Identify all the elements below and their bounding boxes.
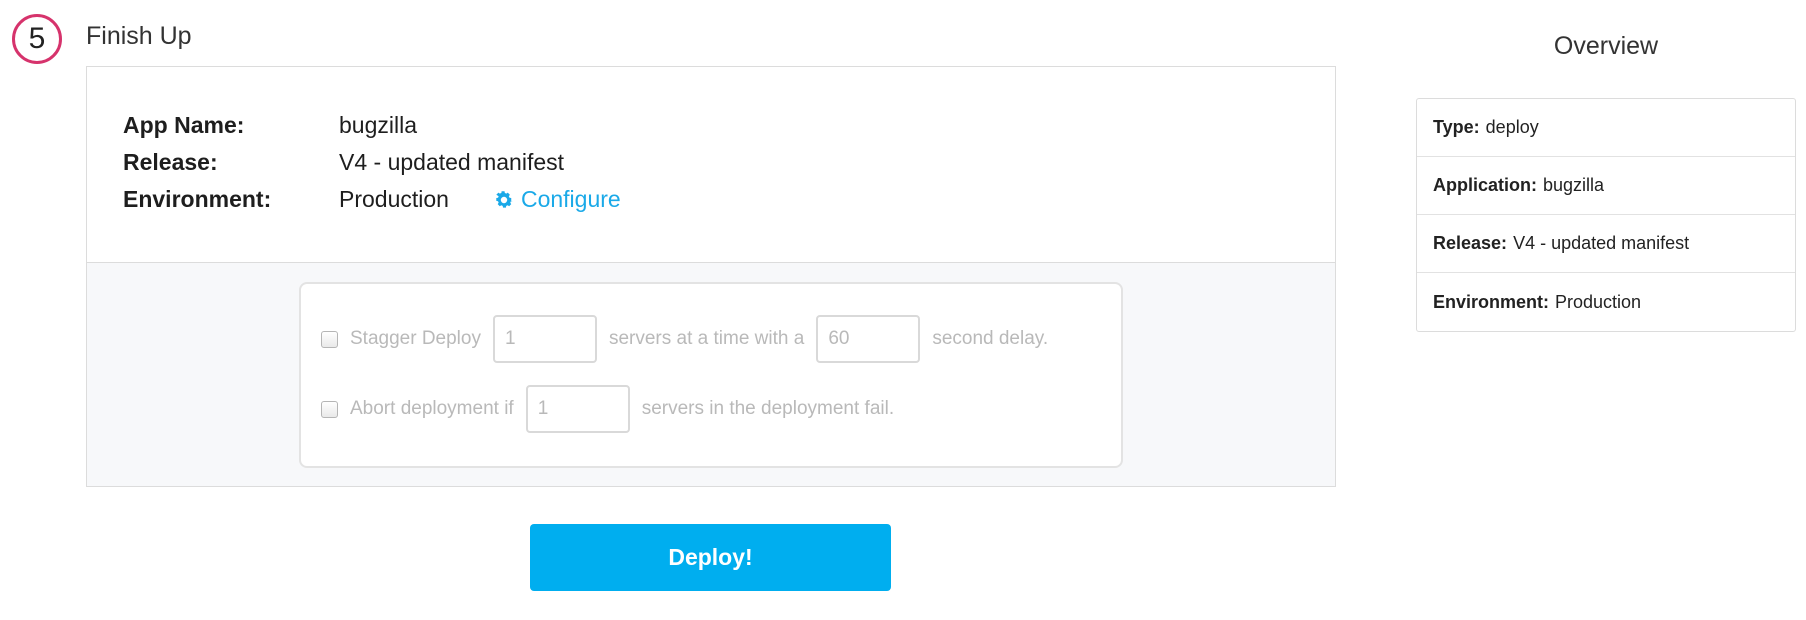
overview-application-value: bugzilla [1543,175,1605,195]
configure-link[interactable]: Configure [493,186,621,213]
overview-release-label: Release: [1433,233,1508,253]
overview-type-label: Type: [1433,117,1480,137]
stagger-deploy-label: Stagger Deploy [350,328,481,349]
detail-row-release: Release: V4 - updated manifest [123,144,1335,181]
overview-application-label: Application: [1433,175,1537,195]
overview-item-application: Application: bugzilla [1417,157,1795,215]
stagger-deploy-row: Stagger Deploy servers at a time with a … [321,315,1048,363]
overview-panel: Type: deploy Application: bugzilla Relea… [1416,98,1796,332]
abort-deployment-row: Abort deployment if servers in the deplo… [321,385,894,433]
deploy-details: App Name: bugzilla Release: V4 - updated… [87,67,1335,263]
overview-release-value: V4 - updated manifest [1513,233,1690,253]
step-title: Finish Up [86,22,192,50]
overview-type-value: deploy [1485,117,1539,137]
deploy-options-box: Stagger Deploy servers at a time with a … [299,282,1123,468]
abort-deployment-checkbox[interactable] [321,400,338,418]
app-name-value: bugzilla [339,112,417,138]
step-number: 5 [28,22,46,55]
step-number-badge: 5 [12,14,62,64]
release-value: V4 - updated manifest [339,149,565,175]
stagger-end-text: second delay. [932,328,1049,349]
deploy-summary-panel: App Name: bugzilla Release: V4 - updated… [86,66,1336,487]
stagger-deploy-checkbox[interactable] [321,330,338,348]
app-name-label: App Name: [123,112,245,138]
overview-item-type: Type: deploy [1417,99,1795,157]
deploy-button[interactable]: Deploy! [530,524,891,591]
gear-icon [496,190,513,208]
detail-row-environment: Environment: Production Configure [123,181,1335,218]
overview-item-release: Release: V4 - updated manifest [1417,215,1795,273]
overview-environment-label: Environment: [1433,291,1550,312]
abort-servers-input[interactable] [525,385,630,433]
stagger-delay-input[interactable] [816,315,921,363]
abort-deployment-label: Abort deployment if [350,398,514,419]
overview-environment-value: Production [1555,291,1642,312]
overview-item-environment: Environment: Production [1417,273,1795,331]
deploy-options-area: Stagger Deploy servers at a time with a … [87,263,1335,486]
stagger-mid-text: servers at a time with a [608,328,805,349]
release-label: Release: [123,149,218,175]
detail-row-app-name: App Name: bugzilla [123,107,1335,144]
overview-title: Overview [1553,32,1659,60]
configure-label: Configure [520,186,621,212]
stagger-servers-input[interactable] [492,315,597,363]
environment-label: Environment: [123,186,272,212]
abort-end-text: servers in the deployment fail. [641,398,895,419]
environment-value: Production [339,186,449,212]
